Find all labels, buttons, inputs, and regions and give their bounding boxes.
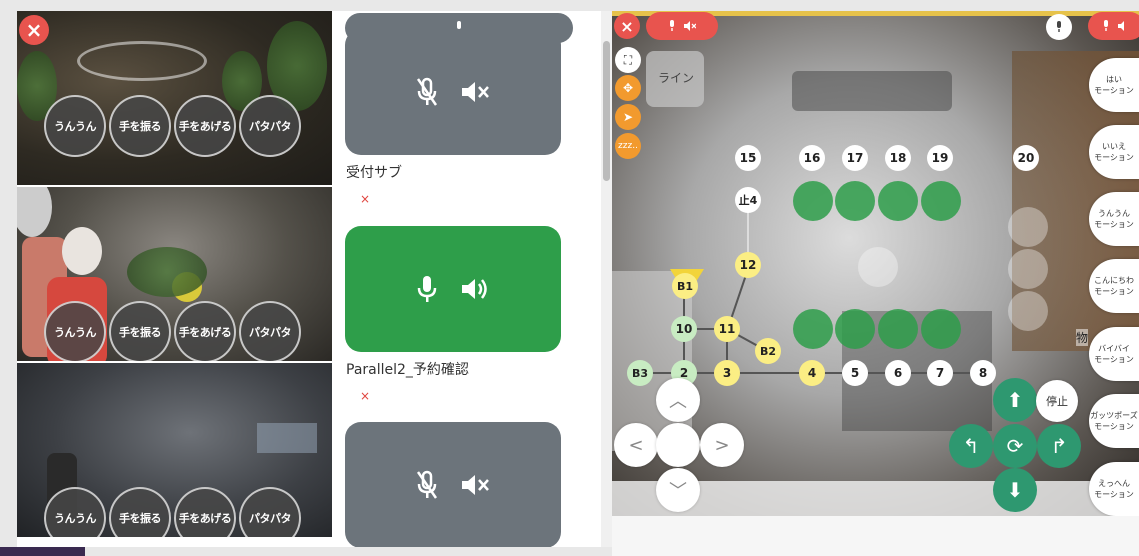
motion-guts-pose-button[interactable]: ガッツポーズ モーション: [1089, 394, 1139, 448]
scrollbar-thumb[interactable]: [603, 41, 610, 181]
mic-on-icon[interactable]: [416, 274, 438, 304]
mic-muted-icon[interactable]: [416, 470, 438, 500]
participant-tile-1[interactable]: [345, 29, 561, 155]
raise-hand-button[interactable]: 手をあげる: [174, 95, 236, 157]
motion-proud-button[interactable]: えっへん モーション: [1089, 462, 1139, 516]
object-label: 物: [1076, 329, 1089, 346]
map-node[interactable]: 11: [714, 316, 740, 342]
participant-name: Parallel2_予約確認: [346, 362, 469, 378]
turn-left-arrow-icon[interactable]: ↰: [949, 424, 993, 468]
map-node[interactable]: 19: [927, 145, 953, 171]
stop-button[interactable]: 停止: [1036, 380, 1078, 422]
map-node[interactable]: 16: [799, 145, 825, 171]
motion-nod-button[interactable]: うんうん モーション: [1089, 192, 1139, 246]
wave-hand-button[interactable]: 手を振る: [109, 95, 171, 157]
raise-hand-button[interactable]: 手をあげる: [174, 301, 236, 361]
scrollbar[interactable]: [601, 11, 612, 547]
map-node[interactable]: B3: [627, 360, 653, 386]
map-node[interactable]: 6: [885, 360, 911, 386]
participant-name: 受付サブ: [346, 165, 402, 181]
map-node[interactable]: B1: [672, 273, 698, 299]
backward-arrow-icon[interactable]: ⬇: [993, 468, 1037, 512]
camera-view-2: うんうん 手を振る 手をあげる パタパタ: [17, 187, 332, 361]
pan-up-button[interactable]: ︿: [656, 378, 700, 422]
close-button[interactable]: ×: [19, 15, 49, 45]
camera-view-1: うんうん 手を振る 手をあげる パタパタ: [17, 11, 332, 185]
motion-hello-button[interactable]: こんにちわ モーション: [1089, 259, 1139, 313]
camera-grid: うんうん 手を振る 手をあげる パタパタ うんうん 手を振る 手をあげる パタパ…: [17, 11, 332, 547]
participant-tile-2[interactable]: [345, 226, 561, 352]
map-node[interactable]: 5: [842, 360, 868, 386]
rotate-icon[interactable]: ⟳: [993, 424, 1037, 468]
participant-tile-3[interactable]: [345, 422, 561, 547]
pan-center-button[interactable]: [656, 423, 700, 467]
wave-hand-button[interactable]: 手を振る: [109, 487, 171, 537]
pan-down-button[interactable]: ﹀: [656, 468, 700, 512]
map-node[interactable]: 20: [1013, 145, 1039, 171]
pan-right-button[interactable]: >: [700, 423, 744, 467]
wave-hand-button[interactable]: 手を振る: [109, 301, 171, 361]
speaker-muted-icon[interactable]: [460, 79, 490, 105]
nod-button[interactable]: うんうん: [44, 95, 106, 157]
map-node[interactable]: B2: [755, 338, 781, 364]
map-node[interactable]: 3: [714, 360, 740, 386]
map-node[interactable]: 10: [671, 316, 697, 342]
map-node[interactable]: 8: [970, 360, 996, 386]
speaker-muted-icon[interactable]: [460, 472, 490, 498]
nod-button[interactable]: うんうん: [44, 487, 106, 537]
raise-hand-button[interactable]: 手をあげる: [174, 487, 236, 537]
nod-button[interactable]: うんうん: [44, 301, 106, 361]
remove-participant-button[interactable]: ×: [360, 389, 370, 403]
map-node[interactable]: 18: [885, 145, 911, 171]
mic-muted-icon[interactable]: [416, 77, 438, 107]
camera-view-3: うんうん 手を振る 手をあげる パタパタ: [17, 363, 332, 537]
forward-arrow-icon[interactable]: ⬆: [993, 378, 1037, 422]
map-node[interactable]: 止4: [735, 187, 761, 213]
map-node[interactable]: 7: [927, 360, 953, 386]
motion-bye-button[interactable]: バイバイ モーション: [1089, 327, 1139, 381]
motion-no-button[interactable]: いいえ モーション: [1089, 125, 1139, 179]
turn-right-arrow-icon[interactable]: ↱: [1037, 424, 1081, 468]
taskbar-thumbnail: [0, 547, 85, 556]
robot-view: × ⛶ ✥ ➤ zzz.. ライン 15 16 17 18 19 20 止4 1…: [612, 11, 1139, 516]
flap-button[interactable]: パタパタ: [239, 301, 301, 361]
pan-left-button[interactable]: <: [614, 423, 658, 467]
map-node[interactable]: 15: [735, 145, 761, 171]
speaker-on-icon[interactable]: [460, 276, 490, 302]
map-node[interactable]: 4: [799, 360, 825, 386]
map-node[interactable]: 17: [842, 145, 868, 171]
participant-list: 受付サブ × Parallel2_予約確認 ×: [332, 11, 612, 547]
flap-button[interactable]: パタパタ: [239, 487, 301, 537]
bottom-strip: [612, 516, 1139, 556]
flap-button[interactable]: パタパタ: [239, 95, 301, 157]
remove-participant-button[interactable]: ×: [360, 192, 370, 206]
motion-yes-button[interactable]: はい モーション: [1089, 58, 1139, 112]
map-node[interactable]: 12: [735, 252, 761, 278]
